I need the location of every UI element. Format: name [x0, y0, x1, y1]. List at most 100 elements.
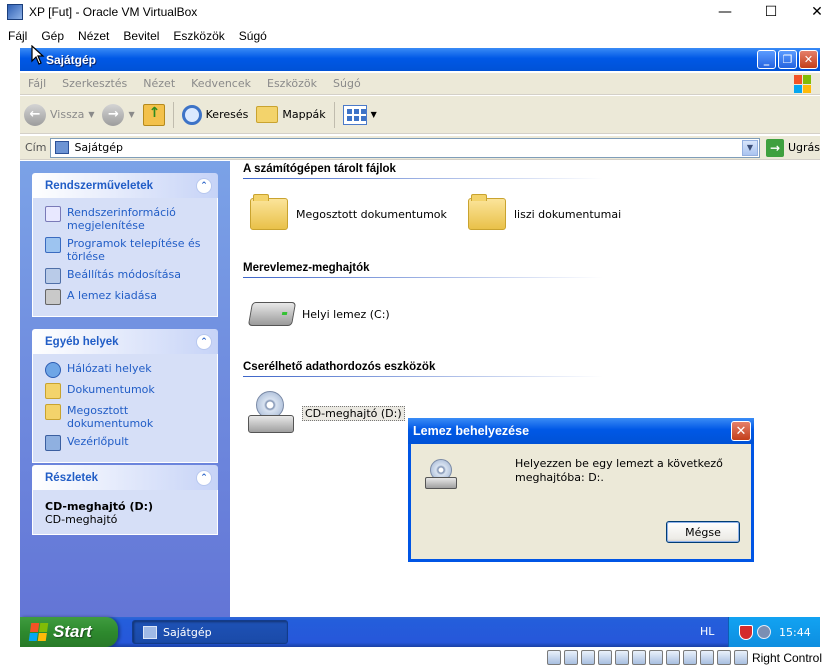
dialog-titlebar[interactable]: Lemez behelyezése ✕ [408, 418, 754, 444]
views-button[interactable]: ▼ [339, 100, 381, 130]
security-shield-icon[interactable] [739, 624, 753, 640]
task-eject-disc[interactable]: A lemez kiadása [45, 289, 209, 305]
go-label: Ugrás [787, 141, 820, 154]
folder-icon [250, 194, 288, 230]
details-header[interactable]: Részletek ⌃ [32, 465, 218, 490]
host-minimize-button[interactable]: — [702, 0, 748, 24]
network-status-icon[interactable] [598, 650, 612, 665]
hard-disk-status-icon[interactable] [547, 650, 561, 665]
safely-remove-icon[interactable] [757, 625, 771, 639]
system-tasks-panel: Rendszerműveletek ⌃ Rendszerinformáció m… [32, 173, 218, 317]
clock[interactable]: 15:44 [779, 626, 811, 639]
usb-status-icon[interactable] [615, 650, 629, 665]
address-value: Sajátgép [74, 141, 124, 154]
search-button[interactable]: Keresés [178, 100, 253, 130]
forward-button[interactable]: → ▼ [98, 100, 138, 130]
explorer-maximize-button[interactable]: ❐ [778, 50, 797, 69]
hard-drive-icon [247, 302, 297, 326]
explorer-menubar: Fájl Szerkesztés Nézet Kedvencek Eszközö… [20, 73, 820, 95]
place-network[interactable]: Hálózati helyek [45, 362, 209, 378]
menu-favorites[interactable]: Kedvencek [183, 77, 259, 90]
collapse-icon[interactable]: ⌃ [196, 177, 212, 194]
menu-help[interactable]: Súgó [325, 77, 369, 90]
taskbar-window-button[interactable]: Sajátgép [132, 620, 288, 644]
explorer-titlebar[interactable]: Sajátgép _ ❐ ✕ [20, 48, 820, 71]
shared-folders-status-icon[interactable] [632, 650, 646, 665]
place-shared-documents[interactable]: Megosztott dokumentumok [45, 404, 209, 430]
folders-button[interactable]: Mappák [252, 100, 329, 130]
place-control-panel[interactable]: Vezérlőpult [45, 435, 209, 451]
task-system-info[interactable]: Rendszerinformáció megjelenítése [45, 206, 209, 232]
dialog-close-button[interactable]: ✕ [731, 421, 751, 441]
cpu-status-icon[interactable] [683, 650, 697, 665]
explorer-minimize-button[interactable]: _ [757, 50, 776, 69]
host-maximize-button[interactable]: ☐ [748, 0, 794, 24]
item-shared-documents[interactable]: Megosztott dokumentumok [250, 194, 447, 230]
virtualization-status-icon[interactable] [700, 650, 714, 665]
keyboard-capture-status-icon[interactable] [734, 650, 748, 665]
go-arrow-icon: → [765, 138, 784, 157]
host-menu-input[interactable]: Bevitel [115, 29, 165, 43]
back-button[interactable]: ← Vissza ▼ [20, 100, 98, 130]
folders-label: Mappák [282, 108, 326, 121]
folder-icon [468, 194, 506, 230]
menu-file[interactable]: Fájl [20, 77, 54, 90]
taskbar: Start Sajátgép HL 15:44 [20, 617, 820, 647]
collapse-icon[interactable]: ⌃ [196, 333, 212, 350]
host-menu-view[interactable]: Nézet [70, 29, 115, 43]
other-places-header[interactable]: Egyéb helyek ⌃ [32, 329, 218, 354]
mouse-integration-status-icon[interactable] [717, 650, 731, 665]
other-places-title: Egyéb helyek [45, 335, 119, 348]
place-documents[interactable]: Dokumentumok [45, 383, 209, 399]
item-cd-drive-d[interactable]: CD-meghajtó (D:) [248, 391, 405, 435]
system-info-icon [45, 206, 61, 222]
start-label: Start [53, 622, 92, 641]
details-type: CD-meghajtó [45, 513, 118, 526]
forward-arrow-icon: → [102, 103, 125, 126]
address-dropdown-button[interactable]: ▼ [741, 139, 758, 156]
start-button[interactable]: Start [20, 617, 118, 647]
host-close-button[interactable]: ✕ [794, 0, 840, 24]
collapse-icon[interactable]: ⌃ [196, 469, 212, 486]
details-name: CD-meghajtó (D:) [45, 500, 154, 513]
item-local-disk-c[interactable]: Helyi lemez (C:) [247, 302, 390, 326]
folder-up-icon [142, 103, 165, 126]
menu-tools[interactable]: Eszközök [259, 77, 325, 90]
host-menubar: Fájl Gép Nézet Bevitel Eszközök Súgó [0, 26, 840, 46]
explorer-close-button[interactable]: ✕ [799, 50, 818, 69]
audio-status-icon[interactable] [581, 650, 595, 665]
group-divider [243, 376, 603, 377]
recording-status-icon[interactable] [666, 650, 680, 665]
eject-icon [45, 289, 61, 305]
task-add-remove-programs[interactable]: Programok telepítése és törlése [45, 237, 209, 263]
address-label: Cím [25, 141, 47, 154]
guest-screen[interactable]: Sajátgép _ ❐ ✕ Fájl Szerkesztés Nézet Ke… [20, 48, 820, 647]
windows-flag-icon [28, 623, 50, 641]
host-titlebar: XP [Fut] - Oracle VM VirtualBox — ☐ ✕ [0, 0, 840, 24]
host-menu-tools[interactable]: Eszközök [165, 29, 230, 43]
go-button[interactable]: → Ugrás [765, 138, 820, 157]
item-user-documents[interactable]: liszi dokumentumai [468, 194, 621, 230]
host-menu-help[interactable]: Súgó [231, 29, 273, 43]
up-button[interactable] [139, 100, 169, 130]
language-indicator[interactable]: HL [700, 625, 714, 638]
back-arrow-icon: ← [24, 103, 46, 126]
display-status-icon[interactable] [649, 650, 663, 665]
optical-drive-status-icon[interactable] [564, 650, 578, 665]
host-menu-machine[interactable]: Gép [33, 29, 70, 43]
dialog-message: Helyezzen be egy lemezt a következő megh… [515, 457, 723, 484]
place-label: Dokumentumok [67, 383, 155, 396]
menu-edit[interactable]: Szerkesztés [54, 77, 135, 90]
other-places-panel: Egyéb helyek ⌃ Hálózati helyek Dokumentu… [32, 329, 218, 463]
explorer-toolbar: ← Vissza ▼ → ▼ Keresés Mappák ▼ [20, 96, 820, 134]
system-tasks-header[interactable]: Rendszerműveletek ⌃ [32, 173, 218, 198]
address-field[interactable]: Sajátgép ▼ [50, 137, 760, 158]
menu-view[interactable]: Nézet [135, 77, 183, 90]
task-change-setting[interactable]: Beállítás módosítása [45, 268, 209, 284]
address-bar: Cím Sajátgép ▼ → Ugrás [20, 136, 820, 160]
place-label: Hálózati helyek [67, 362, 152, 375]
system-tasks-title: Rendszerműveletek [45, 179, 154, 192]
cancel-button[interactable]: Mégse [666, 521, 740, 543]
host-menu-file[interactable]: Fájl [0, 29, 33, 43]
chevron-down-icon: ▼ [370, 110, 377, 119]
